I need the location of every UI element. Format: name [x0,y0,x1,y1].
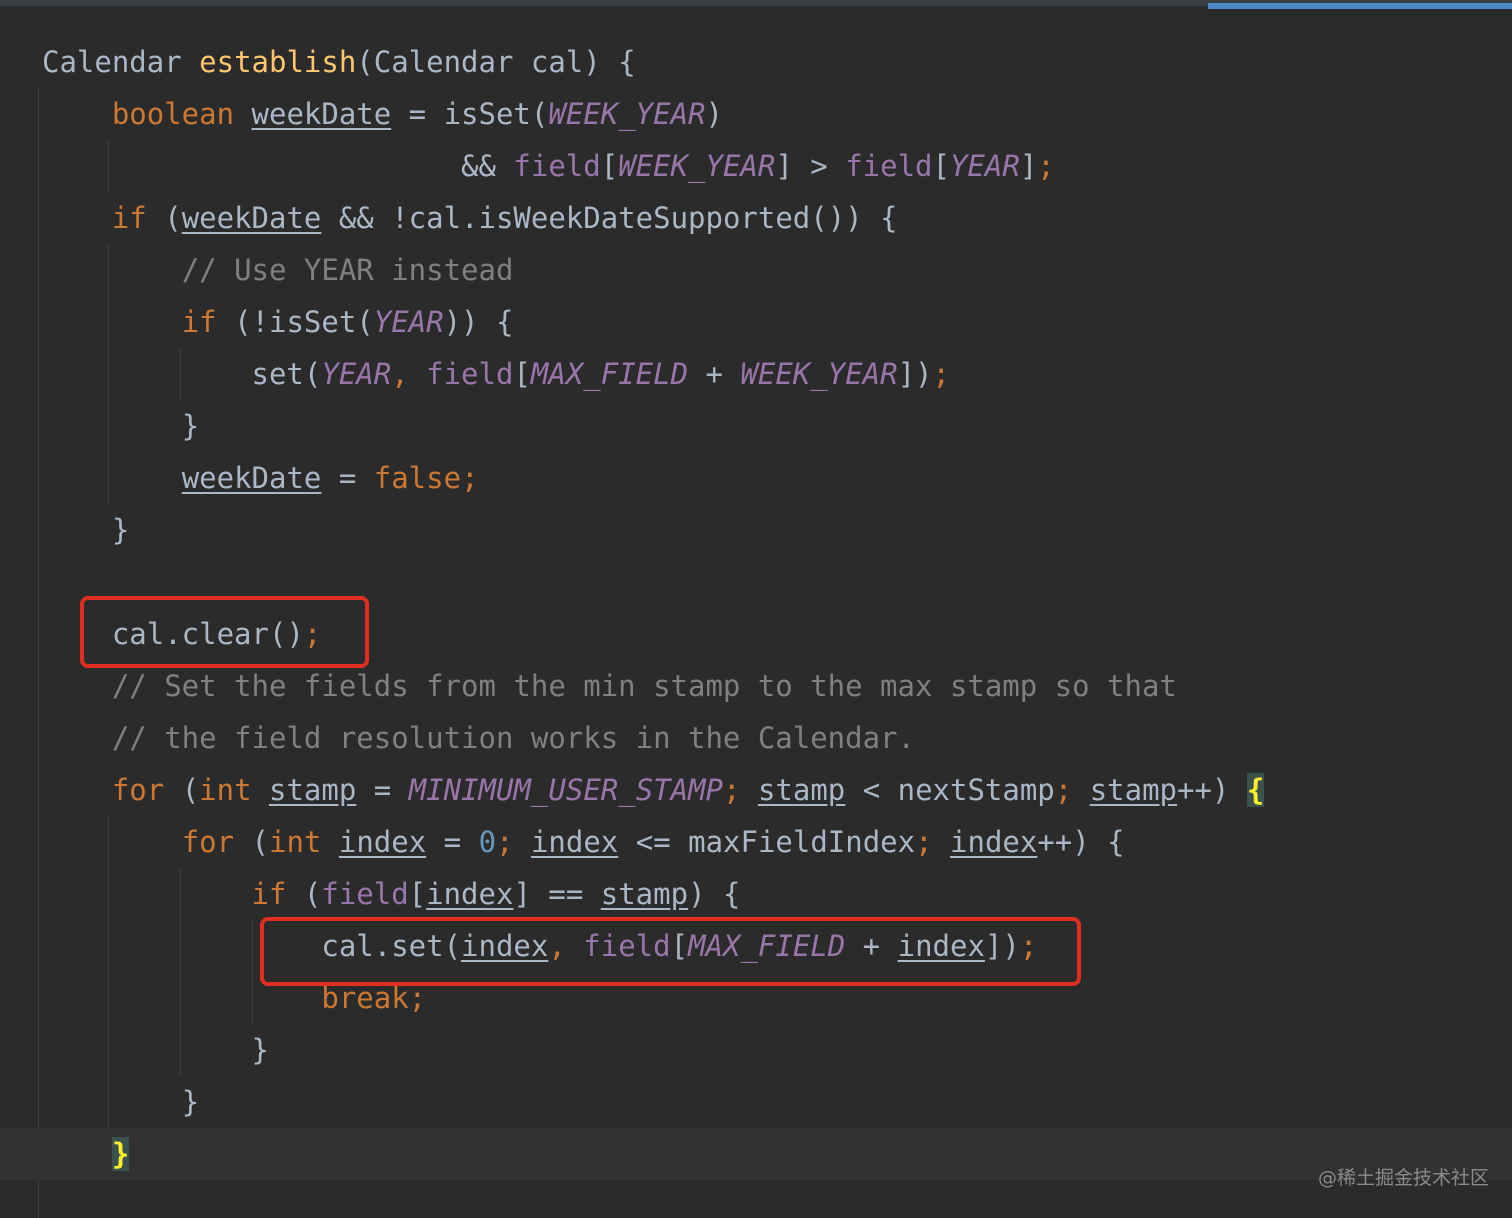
code-line: } [181,409,200,443]
code-line: } [181,1085,200,1119]
code-comment: // Use YEAR instead [181,253,514,287]
matched-brace: } [111,1137,130,1171]
code-comment: // the field resolution works in the Cal… [111,721,915,755]
code-editor[interactable]: Calendar establish(Calendar cal) { boole… [0,0,1512,1218]
code-line: && field[WEEK_YEAR] > field[YEAR]; [461,149,1055,183]
code-line: set(YEAR, field[MAX_FIELD + WEEK_YEAR]); [251,357,950,391]
highlight-box-cal-set [260,917,1081,986]
code-line: } [42,1128,1264,1180]
code-line: // the field resolution works in the Cal… [42,712,1264,764]
method-name: establish [199,45,357,79]
watermark: @稀土掘金技术社区 [1318,1167,1490,1189]
code-line: // Use YEAR instead [42,244,1264,296]
code-line: for (int index = 0; index <= maxFieldInd… [181,825,1125,859]
code-comment: // Set the fields from the min stamp to … [111,669,1177,703]
highlight-box-cal-clear [80,596,369,668]
code-line: for (int stamp = MINIMUM_USER_STAMP; sta… [111,773,1265,807]
indent-guide [38,88,39,1218]
code-line: boolean weekDate = isSet(WEEK_YEAR) [111,97,723,131]
code-line: } [251,1033,269,1067]
code-line: } [111,513,130,547]
code-line: if (field[index] == stamp) { [251,877,741,911]
matched-brace: { [1246,773,1265,807]
code-line: Calendar establish(Calendar cal) { [42,45,636,79]
code-line: if (weekDate && !cal.isWeekDateSupported… [111,201,898,235]
code-line: weekDate = false; [181,461,479,495]
horizontal-scrollbar-thumb[interactable] [1208,3,1512,9]
code-line: if (!isSet(YEAR)) { [181,305,514,339]
